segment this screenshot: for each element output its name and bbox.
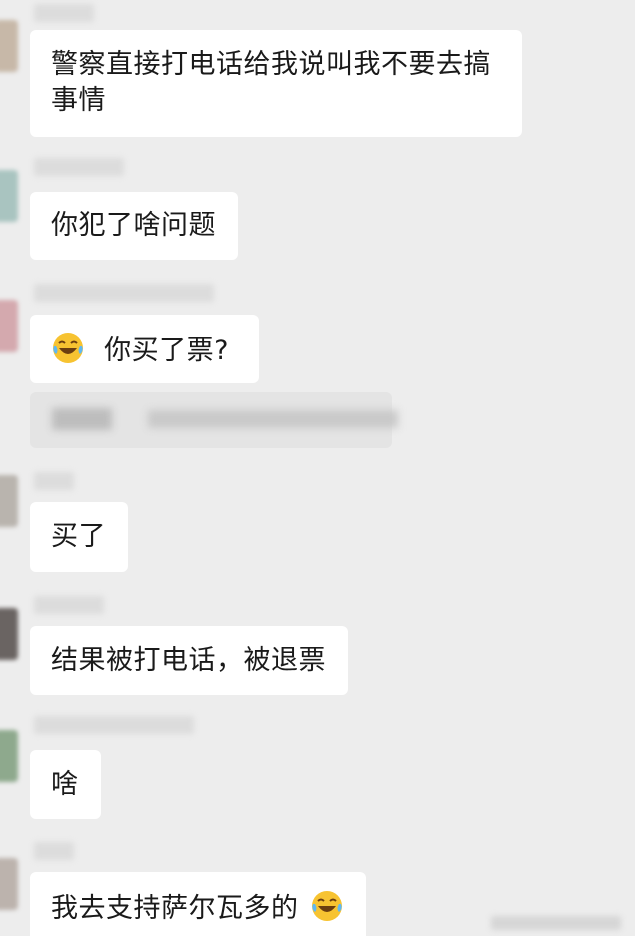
message-bubble[interactable]: 警察直接打电话给我说叫我不要去搞事情 — [30, 30, 522, 137]
sender-name — [34, 4, 94, 22]
message-text: 买了 — [51, 521, 106, 552]
sender-name — [34, 284, 214, 302]
message-bubble[interactable]: 我去支持萨尔瓦多的 — [30, 872, 366, 936]
watermark — [491, 916, 621, 930]
avatar[interactable] — [0, 475, 18, 527]
message-text: 啥 — [51, 769, 79, 800]
blurred-message-bubble[interactable] — [30, 392, 398, 448]
avatar[interactable] — [0, 858, 18, 910]
chat-window: 警察直接打电话给我说叫我不要去搞事情 你犯了啥问题 你买了票? 买了 结果被打电… — [0, 0, 635, 936]
message-text: 你买了票? — [104, 335, 229, 366]
message-bubble[interactable]: 你买了票? — [30, 315, 259, 383]
message-bubble[interactable]: 啥 — [30, 750, 101, 819]
sender-name — [34, 596, 104, 614]
laugh-tears-emoji-icon — [311, 891, 342, 921]
message-bubble[interactable]: 你犯了啥问题 — [30, 192, 238, 260]
message-text: 我去支持萨尔瓦多的 — [51, 893, 299, 924]
avatar[interactable] — [0, 608, 18, 660]
sender-name — [34, 842, 74, 860]
message-bubble[interactable]: 结果被打电话，被退票 — [30, 626, 348, 695]
message-text: 结果被打电话，被退票 — [51, 645, 326, 676]
laugh-tears-emoji-icon — [53, 333, 83, 363]
sender-name — [34, 472, 74, 490]
avatar[interactable] — [0, 170, 18, 222]
avatar[interactable] — [0, 730, 18, 782]
avatar[interactable] — [0, 300, 18, 352]
sender-name — [34, 158, 124, 176]
blurred-content — [148, 410, 398, 428]
message-text: 警察直接打电话给我说叫我不要去搞事情 — [51, 49, 491, 116]
avatar[interactable] — [0, 20, 18, 72]
blurred-content — [52, 408, 112, 430]
sender-name — [34, 716, 194, 734]
message-bubble[interactable]: 买了 — [30, 502, 128, 572]
message-text: 你犯了啥问题 — [51, 210, 216, 241]
